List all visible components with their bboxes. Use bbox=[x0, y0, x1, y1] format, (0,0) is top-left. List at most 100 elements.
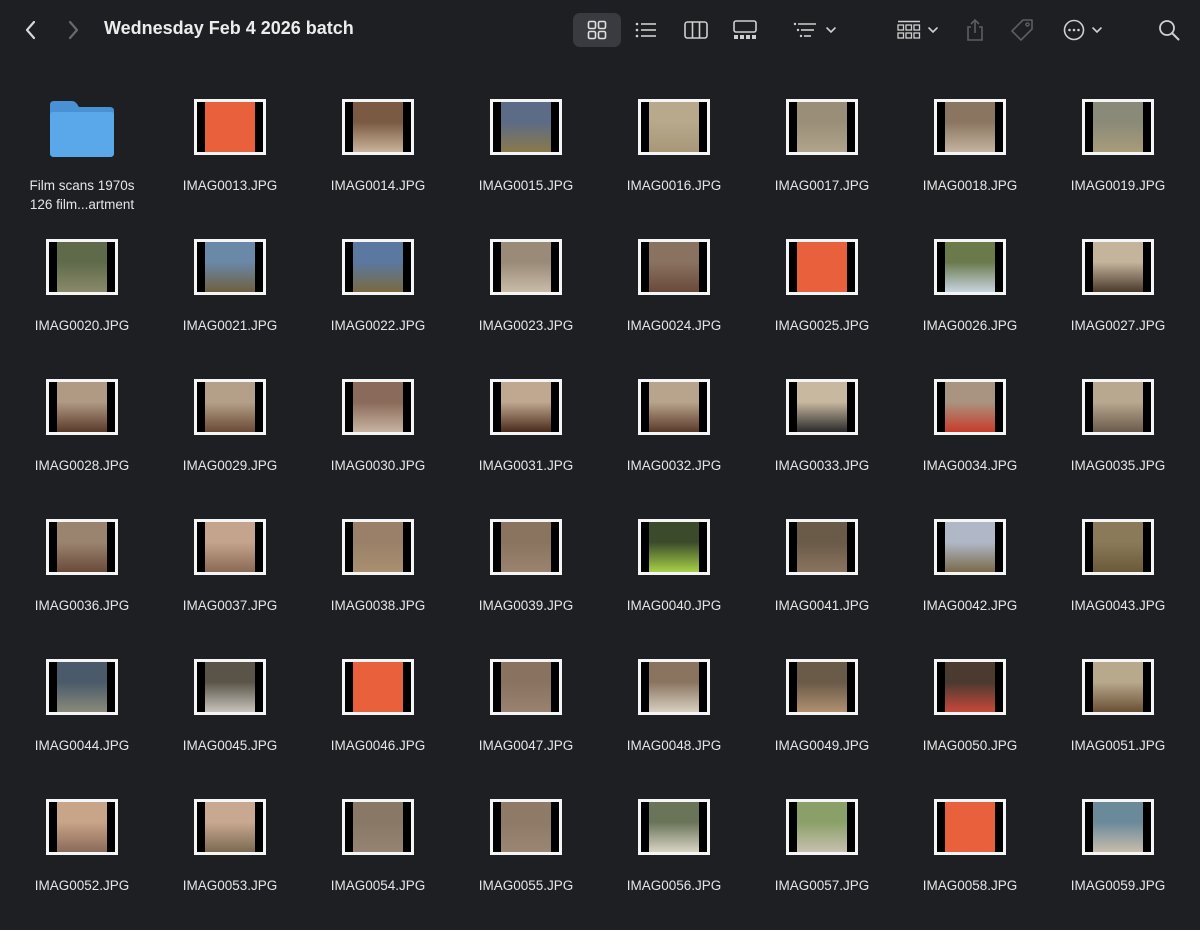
image-thumbnail bbox=[638, 379, 710, 435]
icon-view-button[interactable] bbox=[573, 13, 621, 47]
image-thumbnail bbox=[1082, 239, 1154, 295]
file-item[interactable]: IMAG0027.JPG bbox=[1044, 230, 1192, 370]
file-item[interactable]: IMAG0054.JPG bbox=[304, 790, 452, 930]
file-item[interactable]: IMAG0029.JPG bbox=[156, 370, 304, 510]
file-name-label: IMAG0034.JPG bbox=[922, 458, 1018, 473]
image-thumbnail bbox=[342, 659, 414, 715]
file-item[interactable]: IMAG0047.JPG bbox=[452, 650, 600, 790]
file-name-label: IMAG0013.JPG bbox=[182, 178, 278, 193]
image-thumbnail bbox=[490, 379, 562, 435]
share-button[interactable] bbox=[960, 13, 990, 47]
file-item[interactable]: IMAG0050.JPG bbox=[896, 650, 1044, 790]
file-item[interactable]: IMAG0024.JPG bbox=[600, 230, 748, 370]
image-thumbnail bbox=[46, 799, 118, 855]
folder-item[interactable]: Film scans 1970s 126 film...artment bbox=[8, 90, 156, 230]
image-thumbnail bbox=[490, 659, 562, 715]
file-item[interactable]: IMAG0028.JPG bbox=[8, 370, 156, 510]
back-button[interactable] bbox=[16, 13, 46, 47]
file-item[interactable]: IMAG0058.JPG bbox=[896, 790, 1044, 930]
thumbnail-image bbox=[649, 102, 699, 152]
file-item[interactable]: IMAG0055.JPG bbox=[452, 790, 600, 930]
forward-button[interactable] bbox=[58, 13, 88, 47]
tag-button[interactable] bbox=[1006, 13, 1038, 47]
file-item[interactable]: IMAG0036.JPG bbox=[8, 510, 156, 650]
file-item[interactable]: IMAG0046.JPG bbox=[304, 650, 452, 790]
file-item[interactable]: IMAG0025.JPG bbox=[748, 230, 896, 370]
file-item[interactable]: IMAG0035.JPG bbox=[1044, 370, 1192, 510]
file-item[interactable]: IMAG0056.JPG bbox=[600, 790, 748, 930]
file-item[interactable]: IMAG0017.JPG bbox=[748, 90, 896, 230]
thumbnail-image bbox=[501, 102, 551, 152]
file-item[interactable]: IMAG0059.JPG bbox=[1044, 790, 1192, 930]
thumbnail-image bbox=[945, 382, 995, 432]
file-name-label: IMAG0037.JPG bbox=[182, 598, 278, 613]
image-thumbnail bbox=[786, 239, 858, 295]
image-thumbnail bbox=[490, 99, 562, 155]
folder-label-line1: Film scans 1970s bbox=[29, 178, 135, 193]
file-item[interactable]: IMAG0038.JPG bbox=[304, 510, 452, 650]
file-item[interactable]: IMAG0039.JPG bbox=[452, 510, 600, 650]
file-name-label: IMAG0015.JPG bbox=[478, 178, 574, 193]
file-item[interactable]: IMAG0040.JPG bbox=[600, 510, 748, 650]
more-actions-button[interactable] bbox=[1058, 13, 1108, 47]
file-item[interactable]: IMAG0022.JPG bbox=[304, 230, 452, 370]
thumbnail-image bbox=[797, 522, 847, 572]
file-item[interactable]: IMAG0015.JPG bbox=[452, 90, 600, 230]
image-thumbnail bbox=[194, 799, 266, 855]
file-item[interactable]: IMAG0049.JPG bbox=[748, 650, 896, 790]
folder-label-line2: 126 film...artment bbox=[29, 197, 135, 212]
file-name-label: IMAG0020.JPG bbox=[34, 318, 130, 333]
file-name-label: IMAG0057.JPG bbox=[774, 878, 870, 893]
file-item[interactable]: IMAG0026.JPG bbox=[896, 230, 1044, 370]
file-item[interactable]: IMAG0018.JPG bbox=[896, 90, 1044, 230]
file-name-label: IMAG0029.JPG bbox=[182, 458, 278, 473]
image-thumbnail bbox=[1082, 659, 1154, 715]
file-item[interactable]: IMAG0052.JPG bbox=[8, 790, 156, 930]
file-name-label: IMAG0049.JPG bbox=[774, 738, 870, 753]
file-item[interactable]: IMAG0044.JPG bbox=[8, 650, 156, 790]
file-item[interactable]: IMAG0041.JPG bbox=[748, 510, 896, 650]
file-item[interactable]: IMAG0034.JPG bbox=[896, 370, 1044, 510]
file-item[interactable]: IMAG0020.JPG bbox=[8, 230, 156, 370]
column-view-button[interactable] bbox=[673, 13, 719, 47]
image-thumbnail bbox=[342, 99, 414, 155]
file-item[interactable]: IMAG0051.JPG bbox=[1044, 650, 1192, 790]
file-item[interactable]: IMAG0043.JPG bbox=[1044, 510, 1192, 650]
image-thumbnail bbox=[1082, 799, 1154, 855]
thumbnail-image bbox=[205, 522, 255, 572]
chevron-down-icon bbox=[928, 27, 938, 34]
file-item[interactable]: IMAG0057.JPG bbox=[748, 790, 896, 930]
file-grid: Film scans 1970s 126 film...artment IMAG… bbox=[8, 90, 1192, 930]
file-name-label: IMAG0038.JPG bbox=[330, 598, 426, 613]
file-item[interactable]: IMAG0030.JPG bbox=[304, 370, 452, 510]
file-item[interactable]: IMAG0048.JPG bbox=[600, 650, 748, 790]
file-item[interactable]: IMAG0021.JPG bbox=[156, 230, 304, 370]
group-menu-button[interactable] bbox=[892, 13, 944, 47]
file-item[interactable]: IMAG0031.JPG bbox=[452, 370, 600, 510]
tag-icon bbox=[1011, 19, 1033, 41]
search-button[interactable] bbox=[1154, 13, 1184, 47]
thumbnail-image bbox=[57, 662, 107, 712]
file-name-label: IMAG0055.JPG bbox=[478, 878, 574, 893]
file-item[interactable]: IMAG0045.JPG bbox=[156, 650, 304, 790]
image-thumbnail bbox=[786, 799, 858, 855]
file-item[interactable]: IMAG0033.JPG bbox=[748, 370, 896, 510]
gallery-view-button[interactable] bbox=[722, 13, 768, 47]
image-thumbnail bbox=[934, 99, 1006, 155]
file-name-label: IMAG0021.JPG bbox=[182, 318, 278, 333]
file-item[interactable]: IMAG0016.JPG bbox=[600, 90, 748, 230]
file-item[interactable]: IMAG0053.JPG bbox=[156, 790, 304, 930]
file-item[interactable]: IMAG0023.JPG bbox=[452, 230, 600, 370]
file-item[interactable]: IMAG0032.JPG bbox=[600, 370, 748, 510]
file-item[interactable]: IMAG0042.JPG bbox=[896, 510, 1044, 650]
image-thumbnail bbox=[46, 379, 118, 435]
image-thumbnail bbox=[194, 379, 266, 435]
file-item[interactable]: IMAG0037.JPG bbox=[156, 510, 304, 650]
file-name-label: IMAG0033.JPG bbox=[774, 458, 870, 473]
list-view-button[interactable] bbox=[623, 13, 669, 47]
file-name-label: IMAG0058.JPG bbox=[922, 878, 1018, 893]
file-item[interactable]: IMAG0019.JPG bbox=[1044, 90, 1192, 230]
file-item[interactable]: IMAG0013.JPG bbox=[156, 90, 304, 230]
sort-menu-button[interactable] bbox=[788, 13, 842, 47]
file-item[interactable]: IMAG0014.JPG bbox=[304, 90, 452, 230]
